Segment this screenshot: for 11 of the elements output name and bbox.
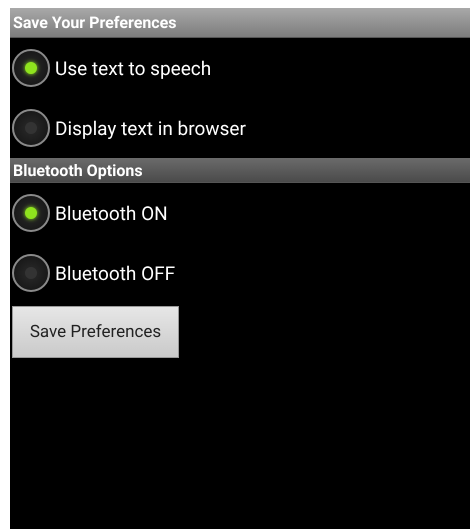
option-label: Bluetooth ON bbox=[55, 202, 168, 224]
option-label: Bluetooth OFF bbox=[55, 262, 176, 284]
option-label: Use text to speech bbox=[55, 56, 212, 80]
section-header: Bluetooth Options bbox=[10, 158, 470, 183]
radio-button[interactable] bbox=[12, 254, 50, 292]
section-header: Save Your Preferences bbox=[10, 8, 470, 38]
radio-button[interactable] bbox=[12, 49, 50, 87]
option-label: Display text in browser bbox=[55, 116, 246, 140]
save-button[interactable]: Save Preferences bbox=[12, 306, 179, 358]
radio-button[interactable] bbox=[12, 109, 50, 147]
radio-button[interactable] bbox=[12, 194, 50, 232]
